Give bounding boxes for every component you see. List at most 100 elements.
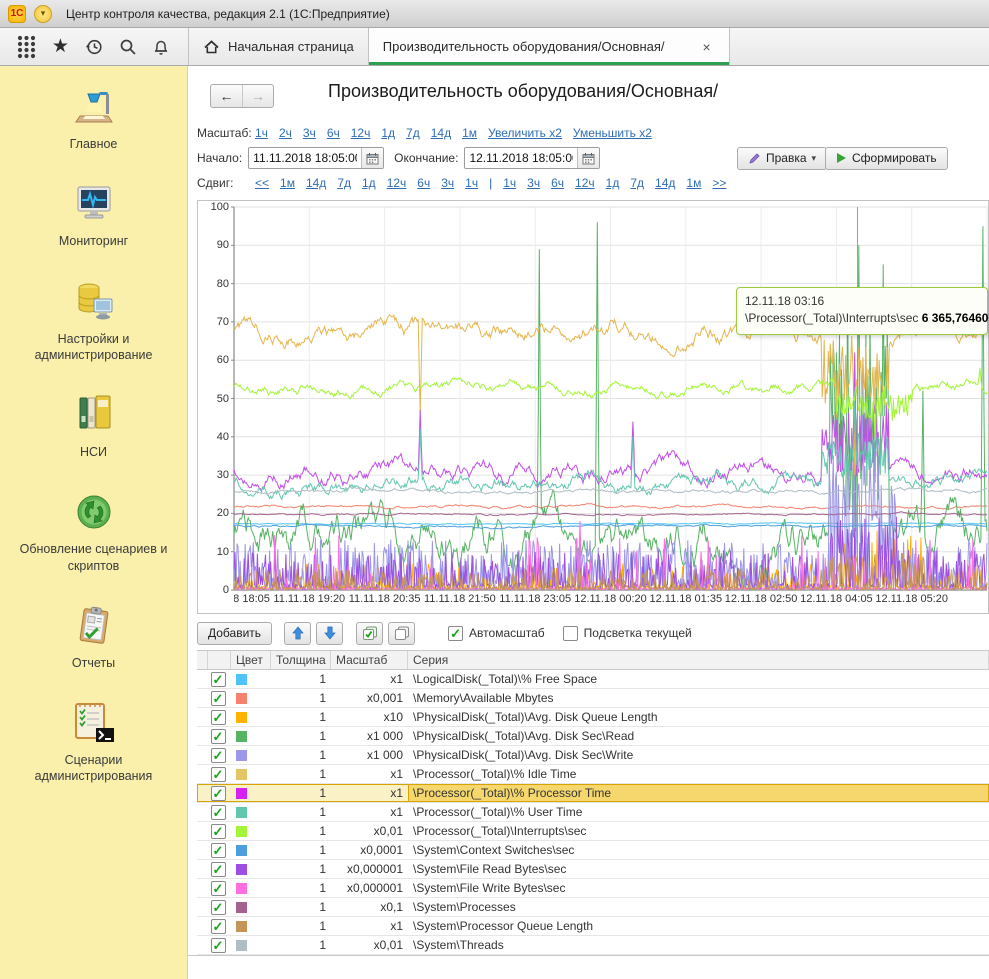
series-thickness[interactable]: 1	[271, 803, 331, 821]
series-name[interactable]: \Processor(_Total)\% Idle Time	[408, 765, 989, 783]
series-table-row-2[interactable]: 1x0,001\Memory\Available Mbytes	[197, 689, 989, 708]
series-color-swatch[interactable]	[236, 750, 247, 761]
shift-forward-link-8[interactable]: >>	[712, 176, 726, 190]
series-scale[interactable]: x1	[331, 784, 408, 802]
series-table-row-11[interactable]: 1x0,000001\System\File Read Bytes\sec	[197, 860, 989, 879]
series-thickness[interactable]: 1	[271, 689, 331, 707]
search-icon[interactable]	[114, 33, 142, 61]
edit-button[interactable]: Правка▾	[737, 147, 827, 170]
series-thickness[interactable]: 1	[271, 898, 331, 916]
sidebar-item-1[interactable]: Главное	[9, 84, 179, 152]
series-color-swatch[interactable]	[236, 883, 247, 894]
series-table-row-10[interactable]: 1x0,0001\System\Context Switches\sec	[197, 841, 989, 860]
series-table-row-3[interactable]: 1x10\PhysicalDisk(_Total)\Avg. Disk Queu…	[197, 708, 989, 727]
series-scale[interactable]: x0,000001	[331, 879, 408, 897]
series-thickness[interactable]: 1	[271, 784, 331, 802]
series-color-swatch[interactable]	[236, 769, 247, 780]
series-thickness[interactable]: 1	[271, 917, 331, 935]
series-color-swatch[interactable]	[236, 902, 247, 913]
series-enabled-checkbox[interactable]	[211, 881, 226, 896]
shift-forward-link-1[interactable]: 3ч	[527, 176, 540, 190]
series-name[interactable]: \Processor(_Total)\% Processor Time	[408, 784, 989, 802]
add-series-button[interactable]: Добавить	[197, 622, 272, 645]
series-enabled-checkbox[interactable]	[211, 805, 226, 820]
apps-grid-icon[interactable]	[13, 33, 41, 61]
series-name[interactable]: \System\Processor Queue Length	[408, 917, 989, 935]
zoom-in-link[interactable]: Увеличить x2	[488, 126, 562, 140]
series-color-swatch[interactable]	[236, 826, 247, 837]
series-name[interactable]: \PhysicalDisk(_Total)\Avg. Disk Queue Le…	[408, 708, 989, 726]
series-scale[interactable]: x10	[331, 708, 408, 726]
shift-back-link-2[interactable]: 14д	[306, 176, 326, 190]
series-scale[interactable]: x0,001	[331, 689, 408, 707]
sidebar-item-6[interactable]: Отчеты	[9, 603, 179, 671]
chart-canvas[interactable]	[198, 201, 988, 613]
series-color-swatch[interactable]	[236, 712, 247, 723]
series-scale[interactable]: x1	[331, 670, 408, 688]
shift-forward-link-0[interactable]: 1ч	[503, 176, 516, 190]
scale-link-3[interactable]: 6ч	[327, 126, 340, 140]
forward-button[interactable]: →	[242, 85, 273, 107]
series-thickness[interactable]: 1	[271, 670, 331, 688]
tab-performance[interactable]: Производительность оборудования/Основная…	[369, 28, 730, 65]
scale-link-8[interactable]: 1м	[462, 126, 477, 140]
shift-forward-link-3[interactable]: 12ч	[575, 176, 595, 190]
series-thickness[interactable]: 1	[271, 746, 331, 764]
series-name[interactable]: \System\Processes	[408, 898, 989, 916]
series-color-swatch[interactable]	[236, 731, 247, 742]
shift-back-link-4[interactable]: 1д	[362, 176, 376, 190]
shift-forward-link-6[interactable]: 14д	[655, 176, 675, 190]
shift-forward-link-4[interactable]: 1д	[606, 176, 620, 190]
shift-forward-link-5[interactable]: 7д	[630, 176, 644, 190]
series-enabled-checkbox[interactable]	[211, 938, 226, 953]
sidebar-item-2[interactable]: Мониторинг	[9, 181, 179, 249]
shift-forward-link-2[interactable]: 6ч	[551, 176, 564, 190]
series-scale[interactable]: x1	[331, 765, 408, 783]
shift-back-link-6[interactable]: 6ч	[417, 176, 430, 190]
tab-home[interactable]: Начальная страница	[189, 28, 369, 65]
favorites-star-icon[interactable]: ★	[46, 33, 74, 61]
series-table-row-13[interactable]: 1x0,1\System\Processes	[197, 898, 989, 917]
end-calendar-icon[interactable]	[577, 148, 599, 168]
start-calendar-icon[interactable]	[361, 148, 383, 168]
series-scale[interactable]: x1	[331, 917, 408, 935]
scale-link-7[interactable]: 14д	[431, 126, 451, 140]
start-datetime-input[interactable]	[249, 151, 361, 165]
notifications-bell-icon[interactable]	[147, 33, 175, 61]
series-table-row-8[interactable]: 1x1\Processor(_Total)\% User Time	[197, 803, 989, 822]
sidebar-item-3[interactable]: Настройки и администрирование	[9, 279, 179, 364]
shift-back-link-5[interactable]: 12ч	[387, 176, 407, 190]
series-thickness[interactable]: 1	[271, 860, 331, 878]
series-table-row-12[interactable]: 1x0,000001\System\File Write Bytes\sec	[197, 879, 989, 898]
series-table-row-5[interactable]: 1x1 000\PhysicalDisk(_Total)\Avg. Disk S…	[197, 746, 989, 765]
move-down-button[interactable]	[316, 622, 343, 645]
scale-link-4[interactable]: 12ч	[351, 126, 371, 140]
series-table-row-7[interactable]: 1x1\Processor(_Total)\% Processor Time	[197, 784, 989, 803]
shift-back-link-0[interactable]: <<	[255, 176, 269, 190]
series-name[interactable]: \System\File Write Bytes\sec	[408, 879, 989, 897]
series-thickness[interactable]: 1	[271, 708, 331, 726]
sidebar-item-7[interactable]: Сценарии администрирования	[9, 700, 179, 785]
scale-link-5[interactable]: 1д	[381, 126, 395, 140]
series-color-swatch[interactable]	[236, 921, 247, 932]
series-scale[interactable]: x1 000	[331, 727, 408, 745]
series-thickness[interactable]: 1	[271, 841, 331, 859]
sidebar-item-5[interactable]: Обновление сценариев и скриптов	[9, 489, 179, 574]
series-enabled-checkbox[interactable]	[211, 710, 226, 725]
series-color-swatch[interactable]	[236, 674, 247, 685]
series-enabled-checkbox[interactable]	[211, 767, 226, 782]
series-name[interactable]: \Processor(_Total)\Interrupts\sec	[408, 822, 989, 840]
series-thickness[interactable]: 1	[271, 765, 331, 783]
series-name[interactable]: \PhysicalDisk(_Total)\Avg. Disk Sec\Read	[408, 727, 989, 745]
series-thickness[interactable]: 1	[271, 727, 331, 745]
check-all-button[interactable]	[356, 622, 383, 645]
shift-forward-link-7[interactable]: 1м	[686, 176, 701, 190]
series-thickness[interactable]: 1	[271, 822, 331, 840]
series-name[interactable]: \PhysicalDisk(_Total)\Avg. Disk Sec\Writ…	[408, 746, 989, 764]
series-color-swatch[interactable]	[236, 788, 247, 799]
series-table-row-6[interactable]: 1x1\Processor(_Total)\% Idle Time	[197, 765, 989, 784]
series-name[interactable]: \LogicalDisk(_Total)\% Free Space	[408, 670, 989, 688]
series-enabled-checkbox[interactable]	[211, 824, 226, 839]
autoscale-checkbox[interactable]	[448, 626, 463, 641]
performance-chart[interactable]: 010203040506070809010011.11.18 18:0511.1…	[197, 200, 989, 614]
